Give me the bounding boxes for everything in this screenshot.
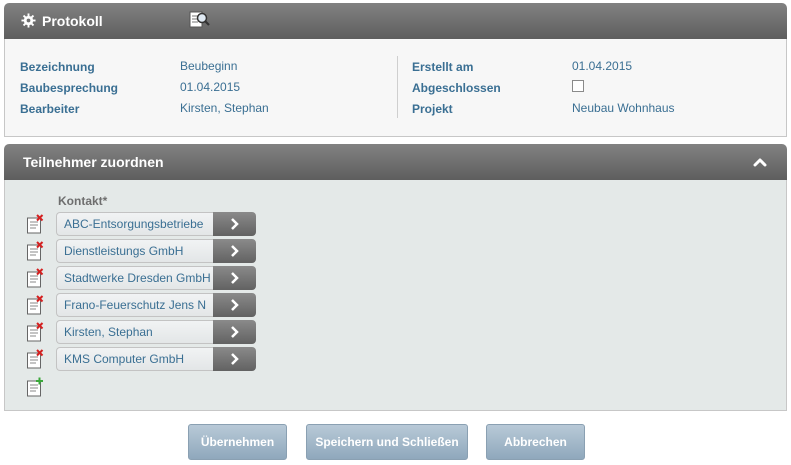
contact-field[interactable]: Kirsten, Stephan [56, 320, 213, 344]
contact-field[interactable]: Frano-Feuerschutz Jens N [56, 293, 213, 317]
delete-row-icon[interactable] [26, 349, 44, 369]
erstellt-am-value: 01.04.2015 [572, 59, 633, 73]
baubesprechung-label: Baubesprechung [20, 81, 119, 95]
chevron-right-icon [231, 218, 239, 230]
protocol-panel-header: Protokoll [4, 3, 787, 39]
erstellt-am-label: Erstellt am [412, 60, 474, 74]
delete-row-icon[interactable] [26, 268, 44, 288]
delete-row-icon[interactable] [26, 241, 44, 261]
contact-row: Kirsten, Stephan [5, 320, 788, 344]
contact-select-button[interactable] [213, 320, 256, 344]
contact-select-button[interactable] [213, 212, 256, 236]
bearbeiter-label: Bearbeiter [20, 102, 80, 116]
delete-row-icon[interactable] [26, 322, 44, 342]
baubesprechung-value[interactable]: 01.04.2015 [180, 80, 240, 94]
participants-area: Kontakt* ABC-Entsorgungsbetriebe Dienstl… [4, 180, 787, 411]
contact-row: Dienstleistungs GmbH [5, 239, 788, 263]
delete-row-icon[interactable] [26, 295, 44, 315]
protocol-info-area: Bezeichnung Beubeginn Baubesprechung 01.… [4, 39, 787, 137]
bezeichnung-value: Beubeginn [180, 59, 238, 73]
apply-button[interactable]: Übernehmen [188, 424, 287, 460]
contact-field[interactable]: KMS Computer GmbH [56, 347, 213, 371]
chevron-right-icon [231, 353, 239, 365]
bearbeiter-value: Kirsten, Stephan [180, 101, 269, 115]
participants-panel-title: Teilnehmer zuordnen [23, 154, 164, 170]
collapse-up-icon[interactable] [753, 155, 767, 169]
chevron-right-icon [231, 326, 239, 338]
chevron-right-icon [231, 245, 239, 257]
abgeschlossen-checkbox[interactable] [572, 80, 584, 92]
contact-select-button[interactable] [213, 239, 256, 263]
contact-row: Stadtwerke Dresden GmbH [5, 266, 788, 290]
chevron-right-icon [231, 299, 239, 311]
chevron-right-icon [231, 272, 239, 284]
contact-column-label: Kontakt* [58, 194, 108, 208]
protocol-panel-title: Protokoll [42, 13, 103, 29]
contact-field[interactable]: Dienstleistungs GmbH [56, 239, 213, 263]
contact-select-button[interactable] [213, 347, 256, 371]
add-row-icon[interactable] [26, 377, 44, 397]
report-search-icon[interactable] [188, 9, 210, 31]
delete-row-icon[interactable] [26, 214, 44, 234]
column-divider [397, 56, 398, 118]
contact-select-button[interactable] [213, 293, 256, 317]
projekt-label: Projekt [412, 102, 453, 116]
contact-row: ABC-Entsorgungsbetriebe [5, 212, 788, 236]
contact-row: KMS Computer GmbH [5, 347, 788, 371]
contact-select-button[interactable] [213, 266, 256, 290]
save-and-close-button[interactable]: Speichern und Schließen [306, 424, 468, 460]
cancel-button[interactable]: Abbrechen [486, 424, 585, 460]
projekt-value[interactable]: Neubau Wohnhaus [572, 101, 675, 115]
abgeschlossen-label: Abgeschlossen [412, 81, 501, 95]
gear-icon [21, 13, 36, 28]
participants-panel-header[interactable]: Teilnehmer zuordnen [4, 144, 787, 180]
contact-row: Frano-Feuerschutz Jens N [5, 293, 788, 317]
contact-field[interactable]: Stadtwerke Dresden GmbH [56, 266, 213, 290]
contact-field[interactable]: ABC-Entsorgungsbetriebe [56, 212, 213, 236]
bezeichnung-label: Bezeichnung [20, 60, 95, 74]
